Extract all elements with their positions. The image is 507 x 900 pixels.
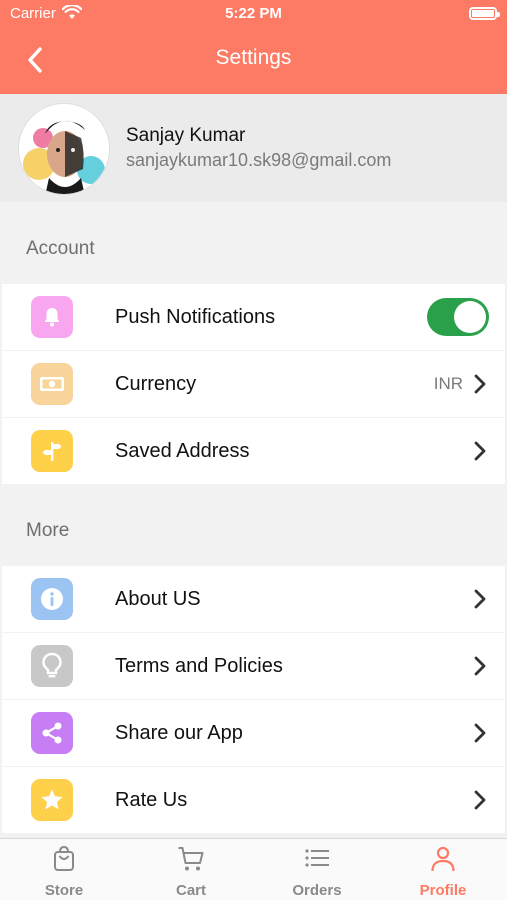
banknote-icon [31,363,73,405]
tab-label: Orders [292,882,342,899]
setting-label: About US [115,588,201,610]
setting-label: Terms and Policies [115,655,283,677]
tab-label: Cart [175,882,206,899]
tab-label: Store [44,882,84,899]
section-label-more: More [26,520,70,541]
bell-icon [31,296,73,338]
status-time: 5:22 PM [225,5,282,22]
setting-row-about-us[interactable]: About US [2,566,505,632]
setting-label: Saved Address [115,440,250,462]
setting-label: Share our App [115,722,243,744]
signpost-icon [31,430,73,472]
setting-label: Currency [115,373,197,395]
setting-label: Push Notifications [115,306,276,328]
profile-name: Sanjay Kumar [126,125,246,146]
chevron-right-icon [474,723,486,743]
chevron-right-icon [474,441,486,461]
setting-row-saved-address[interactable]: Saved Address [2,418,505,484]
tab-store[interactable]: Store [1,839,127,900]
person-icon [431,846,455,872]
setting-row-share-our-app[interactable]: Share our App [2,700,505,766]
tab-orders[interactable]: Orders [254,839,380,900]
chevron-right-icon [474,589,486,609]
page-title: Settings [215,46,292,69]
tab-label: Profile [419,882,467,899]
status-bar: Carrier 5:22 PM [0,0,507,28]
tab-profile[interactable]: Profile [380,839,506,900]
bag-icon [54,845,74,871]
push-notifications-toggle[interactable] [427,298,489,336]
chevron-right-icon [474,790,486,810]
profile-email: sanjaykumar10.sk98@gmail.com [126,150,392,170]
chevron-right-icon [474,656,486,676]
info-icon [31,578,73,620]
toggle-knob [454,301,486,333]
avatar[interactable] [18,103,110,195]
setting-label: Rate Us [115,789,188,811]
setting-row-terms-and-policies[interactable]: Terms and Policies [2,633,505,699]
share-icon [31,712,73,754]
lightbulb-icon [31,645,73,687]
star-icon [31,779,73,821]
cart-icon [178,847,204,871]
tab-bar: Store Cart Orders Profile [0,838,507,900]
profile-header[interactable]: Sanjay Kumar sanjaykumar10.sk98@gmail.co… [0,94,507,202]
setting-row-push-notifications[interactable]: Push Notifications [2,284,505,350]
chevron-right-icon [474,374,486,394]
section-label-account: Account [26,238,95,259]
tab-cart[interactable]: Cart [128,839,254,900]
currency-value: INR [433,374,463,393]
top-bar: Carrier 5:22 PM Settings [0,0,507,94]
battery-icon [469,7,500,20]
setting-row-rate-us[interactable]: Rate Us [2,767,505,833]
list-icon [305,849,329,867]
setting-row-currency[interactable]: Currency INR [2,351,505,417]
